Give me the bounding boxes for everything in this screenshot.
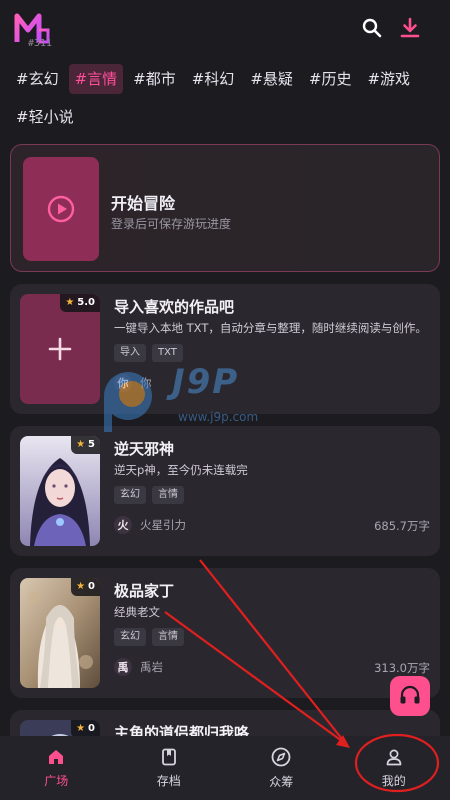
chip: 言情 bbox=[152, 486, 184, 504]
author-avatar: 禹 bbox=[114, 658, 132, 676]
adventure-subtitle: 登录后可保存游玩进度 bbox=[111, 217, 232, 231]
book-desc: 一键导入本地 TXT，自动分章与整理，随时继续阅读与创作。 bbox=[114, 321, 427, 335]
category-tags: #玄幻 #言情 #都市 #科幻 #悬疑 #历史 #游戏 #轻小说 bbox=[10, 64, 442, 132]
book-chips: 玄幻 言情 bbox=[114, 486, 184, 504]
rating-badge: ★ 0 bbox=[71, 578, 100, 596]
compass-icon bbox=[271, 747, 291, 766]
tag-xuanyi[interactable]: #悬疑 bbox=[244, 64, 299, 94]
tag-kehuan[interactable]: #科幻 bbox=[186, 64, 241, 94]
tag-xuanhuan[interactable]: #玄幻 bbox=[10, 64, 65, 94]
author-name: 火星引力 bbox=[140, 518, 186, 532]
nav-label: 广场 bbox=[44, 773, 69, 788]
bookmark-icon bbox=[161, 748, 176, 765]
star-icon: ★ bbox=[76, 723, 86, 734]
author-row: 火 火星引力 bbox=[114, 516, 186, 534]
adventure-title: 开始冒险 bbox=[111, 194, 176, 213]
search-icon bbox=[362, 18, 382, 38]
top-bar: #311 bbox=[0, 0, 450, 58]
tag-dushi[interactable]: #都市 bbox=[127, 64, 182, 94]
nav-archive[interactable]: 存档 bbox=[113, 736, 226, 800]
author-row: 禹 禹岩 bbox=[114, 658, 163, 676]
book-title: 逆天邪神 bbox=[114, 440, 175, 458]
star-icon: ★ bbox=[65, 297, 75, 308]
rating-badge: ★ 5 bbox=[71, 436, 100, 454]
book-card[interactable]: ★ 5 逆天邪神 逆天p神，至今仍未连载完 玄幻 言情 火 火星引力 685.7万… bbox=[10, 426, 440, 556]
headset-icon bbox=[400, 685, 420, 704]
home-icon bbox=[49, 749, 64, 764]
chip: TXT bbox=[152, 344, 183, 362]
chip: 玄幻 bbox=[114, 628, 146, 646]
chip: 导入 bbox=[114, 344, 146, 362]
star-icon: ★ bbox=[76, 581, 86, 592]
book-cover: ★ 5.0 bbox=[20, 294, 100, 404]
adventure-cover bbox=[23, 157, 99, 261]
book-cover: ★ 0 bbox=[20, 578, 100, 688]
tag-youxi[interactable]: #游戏 bbox=[361, 64, 416, 94]
author-name: 禹岩 bbox=[140, 660, 163, 674]
nav-label: 我的 bbox=[381, 773, 406, 788]
search-button[interactable] bbox=[360, 16, 384, 40]
nav-label: 众筹 bbox=[269, 774, 294, 789]
word-count: 685.7万字 bbox=[374, 519, 430, 533]
tag-yanqing[interactable]: #言情 bbox=[68, 64, 124, 94]
star-icon: ★ bbox=[76, 439, 86, 450]
play-icon bbox=[47, 195, 75, 223]
download-icon bbox=[400, 17, 420, 38]
author-name: 你 bbox=[140, 376, 152, 390]
download-button[interactable] bbox=[398, 16, 422, 40]
nav-label: 存档 bbox=[156, 773, 181, 788]
book-cover: ★ 5 bbox=[20, 436, 100, 546]
tag-lishi[interactable]: #历史 bbox=[303, 64, 358, 94]
chip: 言情 bbox=[152, 628, 184, 646]
book-desc: 经典老文 bbox=[114, 605, 160, 619]
rating-badge: ★ 5.0 bbox=[60, 294, 100, 312]
nav-square[interactable]: 广场 bbox=[0, 736, 113, 800]
start-adventure-card[interactable]: 开始冒险 登录后可保存游玩进度 bbox=[10, 144, 440, 272]
book-card-import[interactable]: ★ 5.0 导入喜欢的作品吧 一键导入本地 TXT，自动分章与整理，随时继续阅读与… bbox=[10, 284, 440, 414]
book-title: 极品家丁 bbox=[114, 582, 175, 600]
book-desc: 逆天p神，至今仍未连载完 bbox=[114, 463, 248, 477]
book-card[interactable]: ★ 0 极品家丁 经典老文 玄幻 言情 禹 禹岩 313.0万字 bbox=[10, 568, 440, 698]
author-row: 你 你 bbox=[114, 374, 152, 392]
book-chips: 导入 TXT bbox=[114, 344, 183, 362]
customer-service-button[interactable] bbox=[390, 676, 430, 716]
logo-badge: #311 bbox=[28, 38, 53, 49]
author-avatar: 火 bbox=[114, 516, 132, 534]
word-count: 313.0万字 bbox=[374, 661, 430, 675]
bottom-nav: 广场 存档 众筹 我的 bbox=[0, 736, 450, 800]
user-icon bbox=[386, 749, 402, 765]
nav-mine[interactable]: 我的 bbox=[338, 736, 450, 800]
book-chips: 玄幻 言情 bbox=[114, 628, 184, 646]
nav-crowdfunding[interactable]: 众筹 bbox=[225, 736, 338, 800]
chip: 玄幻 bbox=[114, 486, 146, 504]
book-title: 导入喜欢的作品吧 bbox=[114, 298, 235, 316]
author-avatar: 你 bbox=[114, 374, 132, 392]
tag-qingxiaoshuo[interactable]: #轻小说 bbox=[10, 102, 80, 132]
